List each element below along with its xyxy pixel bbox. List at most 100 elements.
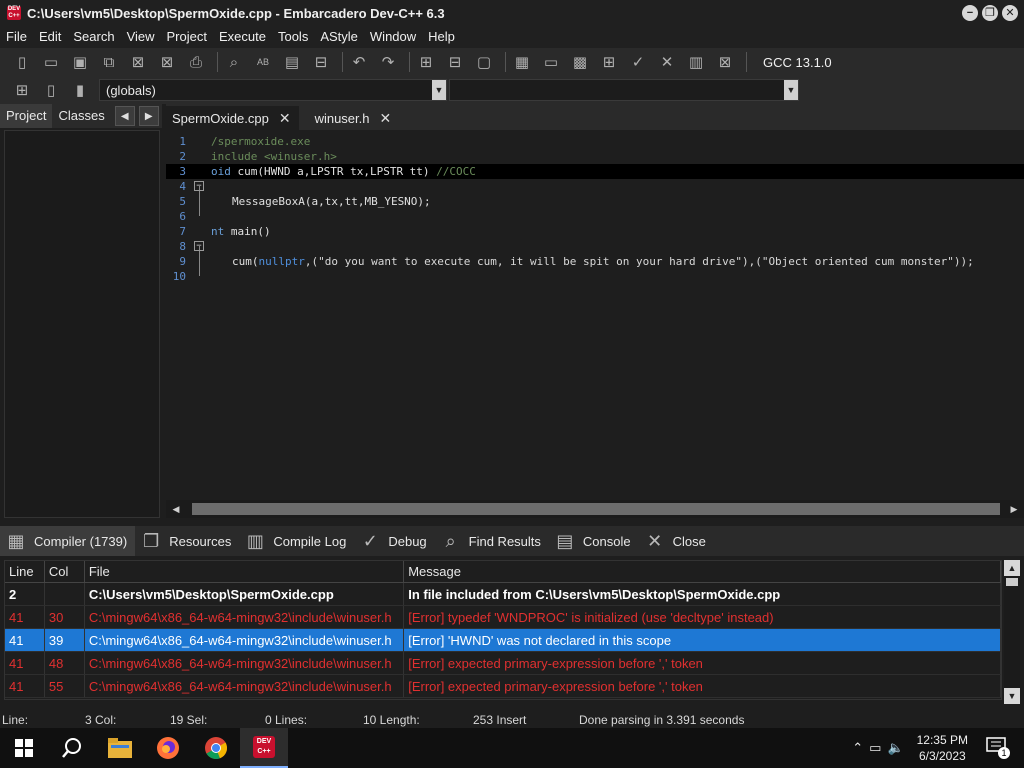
chevron-down-icon[interactable]: ▼ xyxy=(432,80,446,100)
close-tab-icon[interactable]: ✕ xyxy=(379,110,391,127)
table-row-selected[interactable]: 41 39 C:\mingw64\x86_64-w64-mingw32\incl… xyxy=(5,629,1001,652)
menu-help[interactable]: Help xyxy=(422,26,461,48)
close-panel-button[interactable]: ✕ Close xyxy=(639,526,714,556)
tab-compile-log[interactable]: ▥ Compile Log xyxy=(239,526,354,556)
toggle-bookmark-icon[interactable]: ▯ xyxy=(39,79,63,101)
search-icon[interactable] xyxy=(48,728,96,768)
replace-icon[interactable]: AB xyxy=(251,51,275,73)
chevron-down-icon[interactable]: ▼ xyxy=(784,80,798,100)
tab-project[interactable]: Project xyxy=(0,104,53,128)
print-icon[interactable]: ⎙ xyxy=(184,51,208,73)
table-row[interactable]: 41 30 C:\mingw64\x86_64-w64-mingw32\incl… xyxy=(5,606,1001,629)
code-line: 2 include <winuser.h> xyxy=(166,149,1024,164)
scrollbar-thumb[interactable] xyxy=(1006,578,1018,586)
open-folder-icon[interactable]: ▭ xyxy=(39,51,63,73)
scope-combo[interactable]: (globals) ▼ xyxy=(99,79,447,101)
compiler-selector[interactable]: GCC 13.1.0 xyxy=(763,55,832,70)
cell-message: [Error] 'HWND' was not declared in this … xyxy=(404,629,1001,651)
messages-vertical-scrollbar[interactable]: ▲ ▼ xyxy=(1004,560,1020,704)
column-header-line[interactable]: Line xyxy=(5,561,45,582)
firefox-icon[interactable] xyxy=(144,728,192,768)
delete-profile-icon[interactable]: ⊠ xyxy=(713,51,737,73)
redo-icon[interactable]: ↷ xyxy=(376,51,400,73)
menu-window[interactable]: Window xyxy=(364,26,422,48)
compile-icon[interactable]: ▦ xyxy=(510,51,534,73)
output-panel-tabs: ▦ Compiler (1739) ❐ Resources ▥ Compile … xyxy=(0,526,1024,556)
profile-icon[interactable]: ▥ xyxy=(684,51,708,73)
menu-execute[interactable]: Execute xyxy=(213,26,272,48)
find-icon[interactable]: ⌕ xyxy=(222,51,246,73)
table-row[interactable]: 41 55 C:\mingw64\x86_64-w64-mingw32\incl… xyxy=(5,675,1001,698)
next-arrow-icon[interactable]: ▶ xyxy=(138,106,159,126)
code-editor[interactable]: 1 /spermoxide.exe 2 include <winuser.h> … xyxy=(166,130,1024,498)
goto-line-icon[interactable]: ▤ xyxy=(280,51,304,73)
menu-view[interactable]: View xyxy=(121,26,161,48)
remove-project-icon[interactable]: ⊟ xyxy=(443,51,467,73)
close-file-icon[interactable]: ⊠ xyxy=(126,51,150,73)
tab-winuser-h[interactable]: winuser.h ✕ xyxy=(309,106,400,130)
compile-run-icon[interactable]: ▩ xyxy=(568,51,592,73)
chrome-icon[interactable] xyxy=(192,728,240,768)
notification-center-icon[interactable]: 1 xyxy=(986,737,1010,759)
tab-classes[interactable]: Classes xyxy=(52,104,110,128)
syntax-check-icon[interactable]: ✓ xyxy=(626,51,650,73)
network-icon[interactable]: ▭ xyxy=(869,740,881,756)
cell-file: C:\mingw64\x86_64-w64-mingw32\include\wi… xyxy=(85,629,405,651)
windows-start-icon[interactable] xyxy=(0,728,48,768)
run-icon[interactable]: ▭ xyxy=(539,51,563,73)
column-header-file[interactable]: File xyxy=(85,561,405,582)
tab-spermoxide-cpp[interactable]: SpermOxide.cpp ✕ xyxy=(166,106,299,130)
column-header-col[interactable]: Col xyxy=(45,561,85,582)
scroll-up-icon[interactable]: ▲ xyxy=(1004,560,1020,576)
scroll-left-icon[interactable]: ◀ xyxy=(168,501,184,517)
comment-icon[interactable]: ▢ xyxy=(472,51,496,73)
minimize-button[interactable]: − xyxy=(962,5,978,21)
insert-icon[interactable]: ⊞ xyxy=(10,79,34,101)
new-project-icon[interactable]: ⊞ xyxy=(414,51,438,73)
clock[interactable]: 12:35 PM 6/3/2023 xyxy=(917,732,968,764)
status-insert: 253 Insert xyxy=(473,713,527,727)
scroll-down-icon[interactable]: ▼ xyxy=(1004,688,1020,704)
chevron-up-icon[interactable]: ⌃ xyxy=(852,740,863,756)
close-tab-icon[interactable]: ✕ xyxy=(279,110,291,127)
new-file-icon[interactable]: ▯ xyxy=(10,51,34,73)
cell-line: 2 xyxy=(5,583,45,605)
member-combo[interactable]: ▼ xyxy=(449,79,799,101)
scrollbar-thumb[interactable] xyxy=(192,503,1000,515)
editor-horizontal-scrollbar[interactable]: ◀ ▶ xyxy=(166,500,1024,518)
close-all-icon[interactable]: ⊠ xyxy=(155,51,179,73)
prev-arrow-icon[interactable]: ◀ xyxy=(114,106,135,126)
tab-find-results[interactable]: ⌕ Find Results xyxy=(435,526,549,556)
column-header-message[interactable]: Message xyxy=(404,561,1001,582)
table-row[interactable]: 41 48 C:\mingw64\x86_64-w64-mingw32\incl… xyxy=(5,652,1001,675)
menu-astyle[interactable]: AStyle xyxy=(314,26,364,48)
tab-compiler[interactable]: ▦ Compiler (1739) xyxy=(0,526,136,556)
menu-search[interactable]: Search xyxy=(67,26,120,48)
menu-edit[interactable]: Edit xyxy=(33,26,67,48)
tab-console[interactable]: ▤ Console xyxy=(549,526,639,556)
clock-time: 12:35 PM xyxy=(916,733,968,747)
devcpp-taskbar-icon[interactable]: DEV C++ xyxy=(240,728,288,768)
rebuild-icon[interactable]: ⊞ xyxy=(597,51,621,73)
menu-project[interactable]: Project xyxy=(161,26,213,48)
save-icon[interactable]: ▣ xyxy=(68,51,92,73)
stop-icon[interactable]: ✕ xyxy=(655,51,679,73)
fold-toggle-icon[interactable]: − xyxy=(194,181,204,191)
menu-file[interactable]: File xyxy=(0,26,33,48)
scroll-right-icon[interactable]: ▶ xyxy=(1006,501,1022,517)
speaker-muted-icon[interactable]: 🔈 xyxy=(887,740,903,756)
save-all-icon[interactable]: ⧉ xyxy=(97,51,121,73)
tab-resources[interactable]: ❐ Resources xyxy=(135,526,239,556)
restore-button[interactable]: ❐ xyxy=(982,5,998,21)
menu-tools[interactable]: Tools xyxy=(272,26,314,48)
file-explorer-icon[interactable] xyxy=(96,728,144,768)
bookmark-icon[interactable]: ⊟ xyxy=(309,51,333,73)
code-text: include <winuser.h> xyxy=(211,150,337,163)
project-tree-panel[interactable] xyxy=(4,130,160,518)
close-window-button[interactable]: ✕ xyxy=(1002,5,1018,21)
goto-bookmark-icon[interactable]: ▮ xyxy=(68,79,92,101)
fold-toggle-icon[interactable]: − xyxy=(194,241,204,251)
tab-debug[interactable]: ✓ Debug xyxy=(354,526,434,556)
table-row[interactable]: 2 C:\Users\vm5\Desktop\SpermOxide.cpp In… xyxy=(5,583,1001,606)
undo-icon[interactable]: ↶ xyxy=(347,51,371,73)
